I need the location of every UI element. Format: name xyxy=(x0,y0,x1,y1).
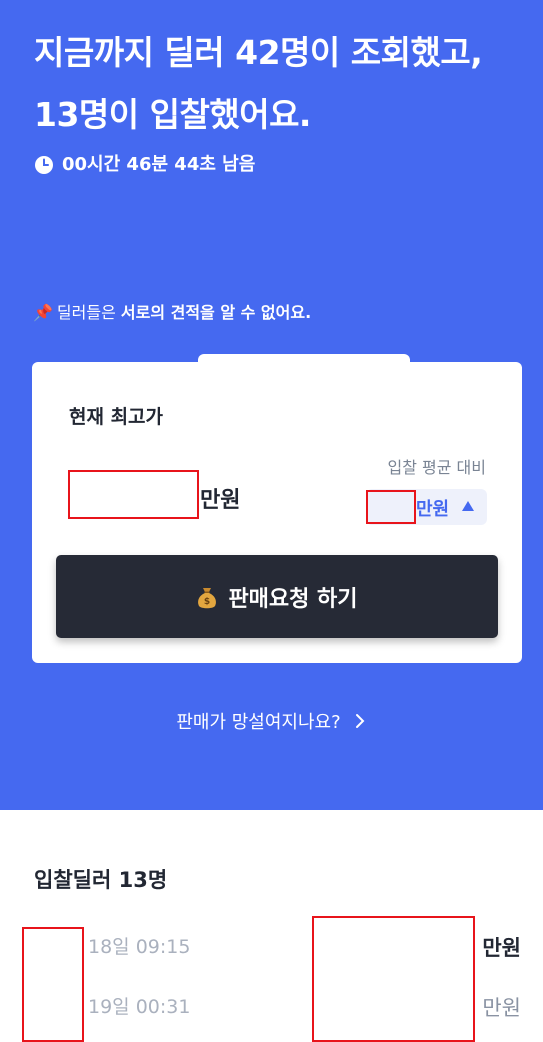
sell-request-button[interactable]: $ 판매요청 하기 xyxy=(56,555,498,638)
card-label: 현재 최고가 xyxy=(69,406,164,428)
price-unit: 만원 xyxy=(200,488,241,513)
bid-row-2-time: 19일 00:31 xyxy=(88,996,191,1018)
compare-label: 입찰 평균 대비 xyxy=(387,458,487,477)
bid-row-1-unit: 만원 xyxy=(482,936,521,960)
triangle-up-icon xyxy=(462,501,474,511)
notice-bold: 서로의 견적을 알 수 없어요. xyxy=(120,303,312,322)
redacted-bid-amounts xyxy=(312,916,475,1042)
redacted-dealer-column xyxy=(22,927,84,1042)
money-bag-icon: $ xyxy=(198,587,217,608)
hesitation-link[interactable]: 판매가 망설여지나요? xyxy=(0,708,543,734)
chevron-right-icon xyxy=(355,714,365,728)
bid-row-2-unit: 만원 xyxy=(482,996,521,1020)
notice-prefix: 딜러들은 xyxy=(56,303,121,322)
timer-text: 00시간 46분 44초 남음 xyxy=(62,154,256,175)
bid-row-1-time: 18일 09:15 xyxy=(88,936,191,958)
countdown-timer: 00시간 46분 44초 남음 xyxy=(34,152,255,178)
redacted-price xyxy=(68,470,199,519)
headline: 지금까지 딜러 42명이 조회했고, 13명이 입찰했어요. xyxy=(34,22,534,146)
compare-unit: 만원 xyxy=(416,499,450,520)
headline-line-1: 지금까지 딜러 42명이 조회했고, xyxy=(34,33,483,72)
clock-icon xyxy=(35,156,53,174)
redacted-compare-value xyxy=(366,490,416,524)
bidders-title: 입찰딜러 13명 xyxy=(34,868,168,892)
headline-line-2: 13명이 입찰했어요. xyxy=(34,95,311,134)
sell-button-label: 판매요청 하기 xyxy=(228,586,358,612)
svg-text:$: $ xyxy=(204,597,210,607)
pushpin-icon: 📌 xyxy=(33,303,53,322)
highest-price-card: 현재 최고가 만원 입찰 평균 대비 만원 $ 판매요청 하기 xyxy=(32,362,522,663)
hesitation-link-text: 판매가 망설여지나요? xyxy=(176,712,341,733)
hero-section: 지금까지 딜러 42명이 조회했고, 13명이 입찰했어요. 00시간 46분 … xyxy=(0,0,543,810)
notice-text: 📌 딜러들은 서로의 견적을 알 수 없어요. xyxy=(33,300,311,326)
